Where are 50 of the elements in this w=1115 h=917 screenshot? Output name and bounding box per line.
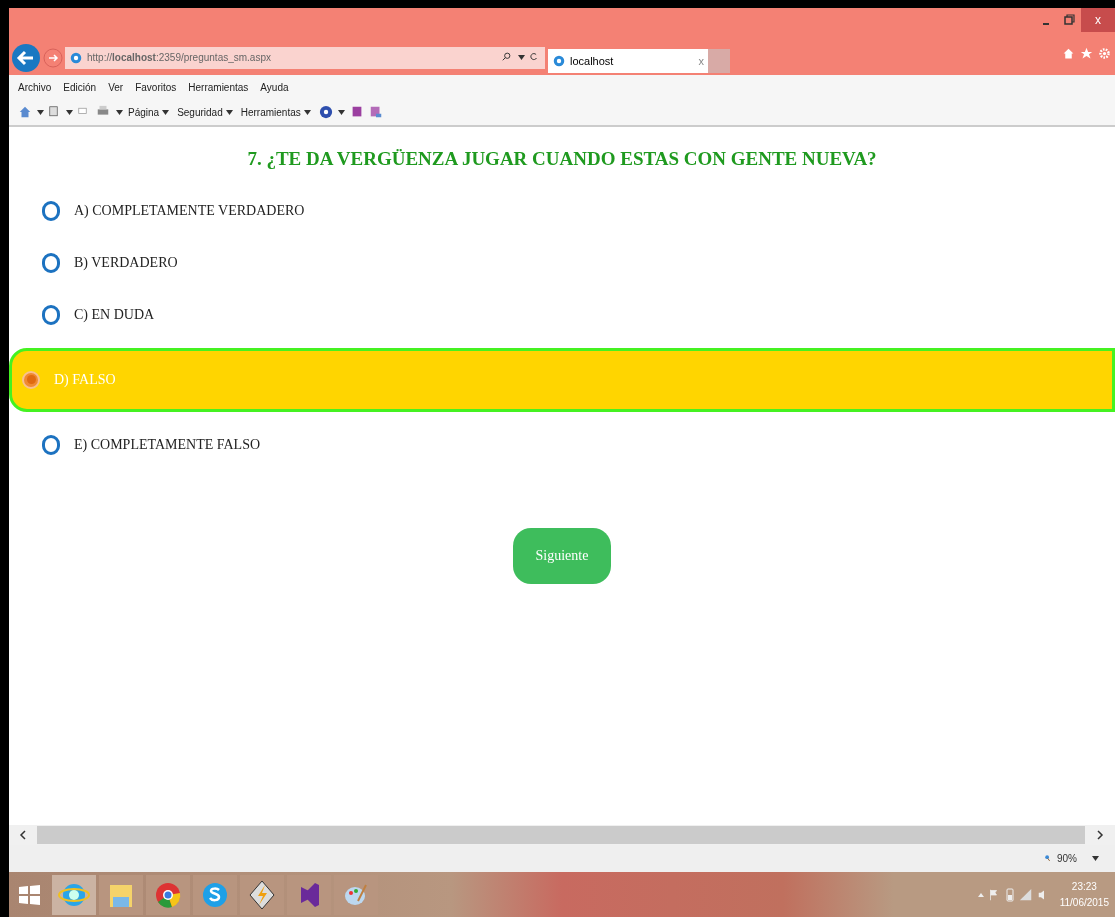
caret-icon[interactable] — [66, 109, 73, 115]
tray-arrow-icon[interactable] — [977, 891, 984, 898]
caret-icon[interactable] — [225, 109, 233, 115]
caret-icon[interactable] — [37, 109, 44, 115]
radio-button[interactable] — [42, 304, 60, 325]
address-bar[interactable]: http://localhost:2359/preguntas_sm.aspx — [65, 46, 545, 69]
caret-icon[interactable] — [1092, 856, 1099, 861]
back-icon[interactable] — [11, 42, 41, 73]
browser-logo-icon[interactable] — [69, 50, 83, 65]
menu-item[interactable]: Herramientas — [188, 79, 249, 95]
caret-icon[interactable] — [337, 109, 345, 115]
answer-option[interactable]: A) COMPLETAMENTE VERDADERO — [9, 191, 1115, 230]
forward-icon[interactable] — [43, 47, 63, 68]
radio-button[interactable] — [22, 370, 40, 389]
home-icon[interactable] — [1062, 47, 1075, 60]
menu-item[interactable]: Ver — [108, 79, 124, 95]
close-button[interactable]: x — [1081, 8, 1115, 32]
caret-icon[interactable] — [162, 109, 170, 115]
radio-button[interactable] — [42, 200, 60, 221]
tab-title: localhost — [570, 53, 615, 69]
answer-option[interactable]: E) COMPLETAMENTE FALSO — [9, 425, 1115, 464]
tab-close-button[interactable]: x — [698, 52, 704, 70]
browser-logo-icon[interactable] — [552, 54, 566, 68]
help-icon[interactable] — [318, 105, 333, 119]
question-title: 7. ¿TE DA VERGÜENZA JUGAR CUANDO ESTAS CON GENTE NUEVA? — [246, 147, 878, 171]
caret-icon[interactable] — [116, 109, 123, 115]
menu-item[interactable]: Edición — [63, 79, 97, 95]
command-menu[interactable]: Herramientas — [240, 104, 311, 120]
command-menu[interactable]: Seguridad — [177, 104, 233, 120]
browser-tab[interactable]: localhost x — [548, 49, 708, 73]
horizontal-scrollbar[interactable] — [37, 826, 1085, 844]
caret-icon[interactable] — [518, 55, 525, 60]
settings-icon[interactable] — [1098, 47, 1111, 60]
caret-icon[interactable] — [303, 109, 311, 115]
zoom-level[interactable]: 90% — [1057, 851, 1077, 866]
home-icon[interactable] — [18, 105, 32, 119]
radio-button[interactable] — [42, 434, 60, 455]
signal-icon[interactable] — [1018, 887, 1033, 902]
answer-option[interactable]: B) VERDADERO — [9, 243, 1115, 282]
note-icon[interactable] — [368, 105, 383, 119]
menu-item[interactable]: Ayuda — [260, 79, 289, 95]
url-text: http://localhost:2359/preguntas_sm.aspx — [87, 51, 272, 65]
star-icon[interactable] — [1080, 47, 1093, 60]
menu-item[interactable]: Archivo — [18, 79, 52, 95]
battery-icon[interactable] — [1005, 887, 1014, 902]
restore-icon[interactable] — [1061, 12, 1077, 28]
command-menu[interactable]: Página — [128, 104, 170, 120]
menu-item[interactable]: Favoritos — [135, 79, 177, 95]
answer-option[interactable]: C) EN DUDA — [9, 295, 1115, 334]
radio-button[interactable] — [42, 252, 60, 273]
